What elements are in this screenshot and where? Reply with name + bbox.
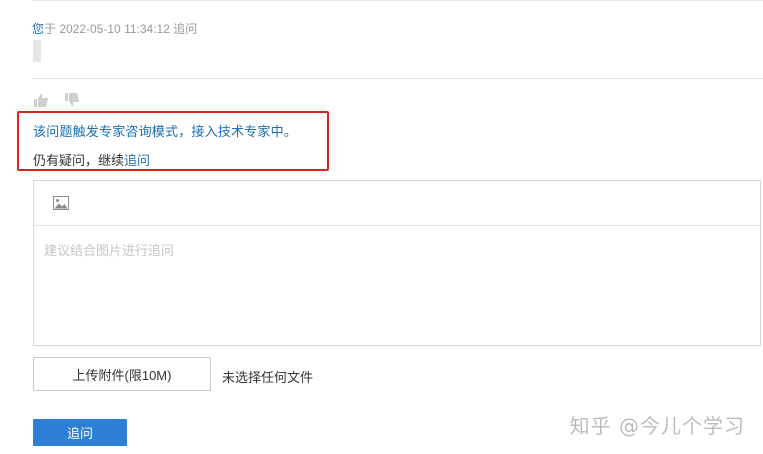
expert-mode-notice: 该问题触发专家咨询模式，接入技术专家中。 [33,124,298,139]
image-icon[interactable] [53,196,69,210]
followup-textarea[interactable] [34,226,760,345]
meta-user[interactable]: 您 [32,22,44,36]
followup-editor [33,180,761,346]
watermark: 知乎 @今儿个学习 [569,414,745,438]
question-meta: 您于 2022-05-10 11:34:12 追问 [32,20,197,37]
top-divider [32,0,763,1]
followup-prompt: 仍有疑问，继续追问 [33,150,150,169]
thumbs-down-icon[interactable] [64,92,80,108]
meta-timestamp: 于 2022-05-10 11:34:12 追问 [44,22,198,36]
followup-link[interactable]: 追问 [124,153,150,168]
file-status: 未选择任何文件 [222,370,314,385]
editor-toolbar [34,181,760,226]
followup-prefix: 仍有疑问，继续 [33,153,125,168]
upload-attachment-button[interactable]: 上传附件(限10M) [33,357,211,391]
submit-followup-button[interactable]: 追问 [33,419,127,446]
thumbs-up-icon[interactable] [33,92,49,108]
section-divider [32,78,763,79]
content-placeholder [33,40,41,62]
